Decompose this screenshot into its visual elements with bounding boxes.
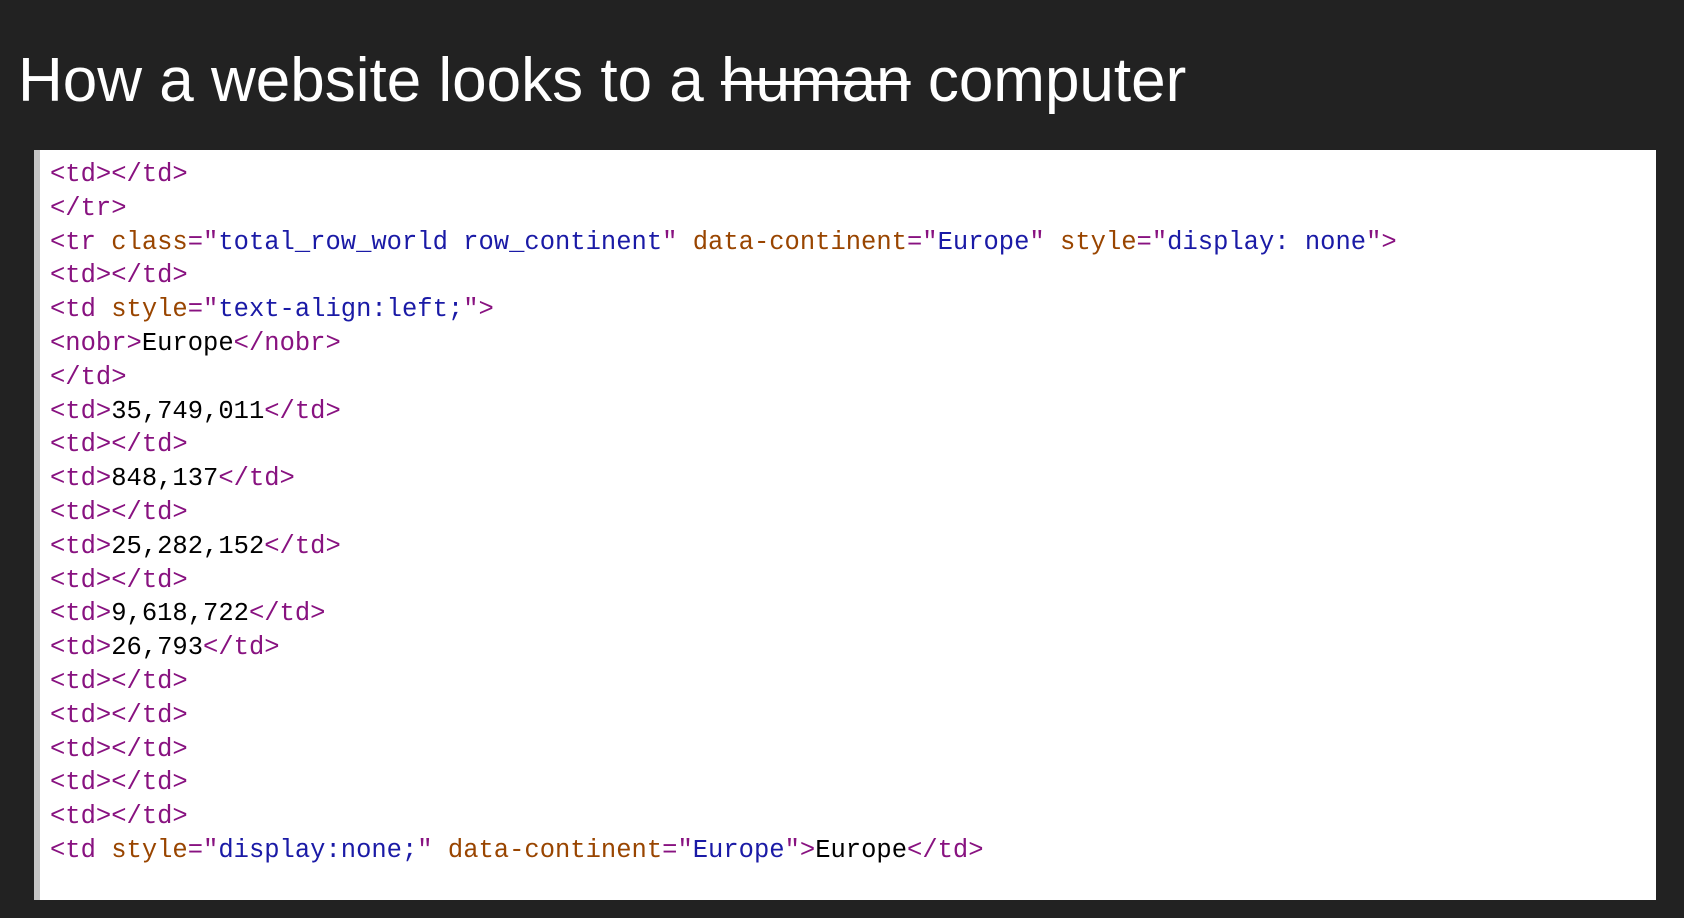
title-text-after: computer — [910, 46, 1187, 115]
markup-token: <td> — [50, 599, 112, 629]
code-line: <nobr>Europe</nobr> — [50, 327, 1656, 361]
markup-token: <td> — [50, 531, 112, 561]
markup-token: " — [1029, 227, 1061, 257]
markup-token: </td> — [248, 599, 326, 629]
markup-token: <td></td> — [50, 565, 188, 595]
text-content: 848,137 — [111, 464, 219, 494]
markup-token: =" — [662, 835, 693, 865]
markup-token: <td></td> — [50, 160, 188, 189]
markup-token: =" — [906, 227, 938, 257]
code-line: <td></td> — [50, 800, 1656, 834]
markup-token: </td> — [907, 835, 984, 865]
markup-token: <td></td> — [50, 497, 188, 527]
text-content: 35,749,011 — [111, 396, 265, 426]
markup-token: <td> — [50, 396, 112, 426]
code-line: <td>9,618,722</td> — [50, 597, 1656, 631]
markup-token: </td> — [264, 531, 341, 561]
markup-token: <td></td> — [50, 261, 188, 291]
code-line: </tr> — [50, 192, 1656, 226]
markup-token: <td> — [50, 464, 112, 494]
markup-token: <nobr> — [50, 328, 142, 358]
markup-token: <td></td> — [50, 700, 188, 730]
code-line: <td></td> — [50, 564, 1656, 598]
markup-token: </td> — [264, 396, 341, 426]
markup-token: <td></td> — [50, 768, 188, 798]
code-line: <td></td> — [50, 699, 1656, 733]
markup-token: </td> — [50, 362, 127, 392]
text-content: 26,793 — [111, 633, 204, 663]
markup-token: =" — [187, 295, 219, 325]
code-line: <td>25,282,152</td> — [50, 530, 1656, 564]
markup-token: =" — [187, 227, 219, 257]
markup-token: <td></td> — [50, 734, 188, 764]
markup-token: " — [417, 835, 448, 865]
markup-token: <td — [50, 295, 112, 325]
markup-token: <td></td> — [50, 430, 188, 460]
code-line: <td>35,749,011</td> — [50, 395, 1656, 429]
attribute-name: data-continent — [692, 227, 907, 257]
slide-title: How a website looks to a human computer — [18, 38, 1186, 124]
markup-token: <td></td> — [50, 666, 188, 696]
text-content: Europe — [815, 835, 908, 865]
attribute-name: data-continent — [447, 835, 663, 865]
code-line: <td style="display:none;" data-continent… — [50, 834, 1656, 868]
code-line: <tr class="total_row_world row_continent… — [50, 226, 1656, 260]
markup-token: "> — [463, 295, 494, 325]
attribute-value: text-align:left; — [218, 295, 464, 325]
markup-token: " — [662, 227, 693, 257]
attribute-value: total_row_world row_continent — [218, 227, 663, 257]
markup-token: "> — [784, 835, 816, 865]
title-struck-word: human — [721, 46, 911, 115]
code-line: <td></td> — [50, 733, 1656, 767]
attribute-value: display: none — [1167, 227, 1367, 257]
code-line: <td style="text-align:left;"> — [50, 293, 1656, 327]
markup-token: "> — [1366, 227, 1397, 257]
code-line: </td> — [50, 361, 1656, 395]
attribute-value: Europe — [937, 227, 1030, 257]
attribute-value: Europe — [692, 835, 785, 865]
text-content: Europe — [141, 328, 234, 358]
markup-token: </td> — [203, 633, 280, 663]
markup-token: <td — [50, 835, 112, 865]
text-content: 25,282,152 — [111, 531, 265, 561]
attribute-name: style — [1060, 227, 1137, 257]
markup-token: <td> — [50, 633, 112, 663]
markup-token: </nobr> — [233, 328, 341, 358]
code-line: <td>848,137</td> — [50, 462, 1656, 496]
code-line: <td>26,793</td> — [50, 631, 1656, 665]
attribute-value: display:none; — [218, 835, 418, 865]
markup-token: =" — [187, 835, 219, 865]
markup-token: </tr> — [50, 193, 127, 223]
code-line: <td></td> — [50, 665, 1656, 699]
code-line: <td></td> — [50, 766, 1656, 800]
text-content: 9,618,722 — [111, 599, 249, 629]
code-line: <td></td> — [50, 428, 1656, 462]
code-line: <td></td> — [50, 496, 1656, 530]
code-line: <td></td> — [50, 259, 1656, 293]
code-line: <td></td> — [50, 158, 1656, 192]
attribute-name: style — [111, 295, 188, 325]
attribute-name: class — [111, 227, 188, 257]
markup-token: </td> — [218, 464, 295, 494]
html-source-panel[interactable]: <td></td> </tr> <tr class="total_row_world… — [34, 150, 1656, 900]
markup-token: <td></td> — [50, 802, 188, 832]
attribute-name: style — [111, 835, 188, 865]
markup-token: =" — [1136, 227, 1168, 257]
markup-token: <tr — [50, 227, 112, 257]
title-text-before: How a website looks to a — [18, 46, 722, 115]
